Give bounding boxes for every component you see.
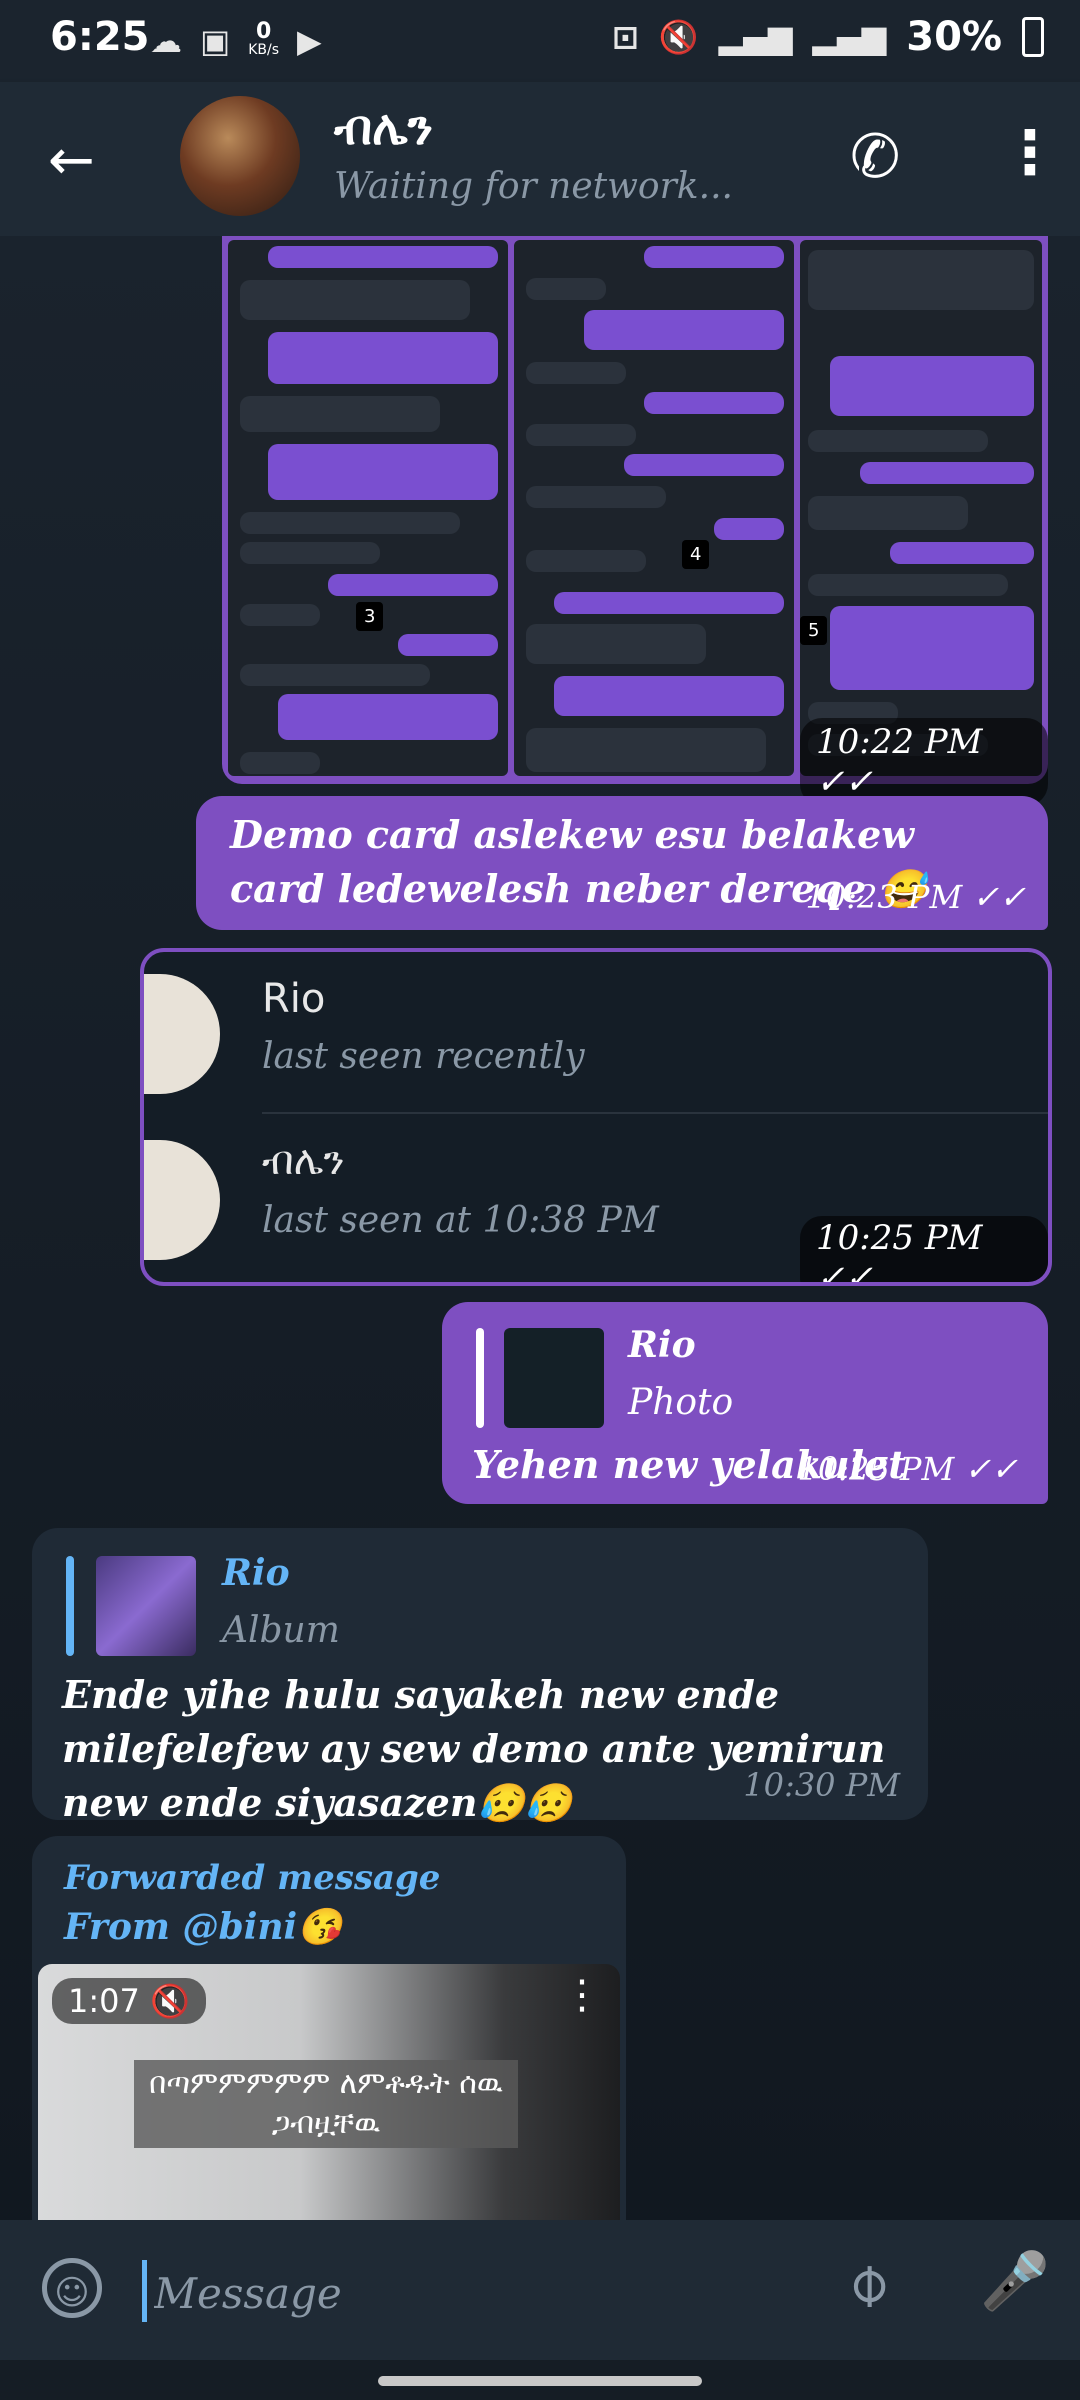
forwarded-label: Forwarded message	[64, 1858, 441, 1898]
reply-bar	[66, 1556, 74, 1656]
chat-title[interactable]: ብሌን	[334, 100, 433, 157]
avatar[interactable]	[180, 96, 300, 216]
outgoing-message[interactable]: Demo card aslekew esu belakew card ledew…	[196, 796, 1048, 930]
back-arrow-icon[interactable]: ←	[48, 128, 95, 193]
status-bar: 6:25 ☁ ▣ 0 KB/s ▶ ⊡ 🔇 ▂▄▆ ▂▄▆ 30%	[0, 0, 1080, 82]
mute-icon: 🔇	[658, 18, 699, 56]
cloud-icon: ☁	[150, 22, 182, 60]
reply-name[interactable]: Rio	[628, 1324, 696, 1366]
photo-album[interactable]: 3 4 5 10:22 PM ✓✓	[222, 236, 1048, 806]
message-time: 10:25 PM ✓✓	[800, 1216, 1048, 1286]
phone-icon[interactable]: ✆	[850, 122, 900, 192]
double-check-icon: ✓✓	[972, 878, 1026, 916]
double-check-icon: ✓✓	[964, 1450, 1018, 1488]
more-vertical-icon[interactable]: ⋮	[1000, 118, 1060, 188]
video-duration: 1:07 🔇	[52, 1978, 206, 2024]
signal-icon-2: ▂▄▆	[812, 18, 887, 56]
contact-name: Rio	[262, 976, 326, 1022]
forwarded-message[interactable]: Forwarded message From @bini😘 1:07 🔇 ⋮ በ…	[32, 1836, 626, 2220]
contact-name: ብሌን	[262, 1138, 345, 1184]
navigation-bar	[0, 2360, 1080, 2400]
reply-type: Photo	[628, 1382, 734, 1423]
reply-thumbnail	[96, 1556, 196, 1656]
message-list[interactable]: 3 4 5 10:22 PM ✓✓ Demo card aslekew esu …	[0, 236, 1080, 2220]
contact-avatar	[144, 974, 220, 1094]
incoming-message[interactable]: Rio Album Ende yihe hulu sayakeh new end…	[32, 1528, 928, 1825]
status-left-icons: ☁ ▣ 0 KB/s ▶	[150, 19, 322, 61]
battery-icon	[1022, 17, 1044, 57]
play-icon: ▶	[297, 22, 322, 60]
signal-icon: ▂▄▆	[718, 18, 793, 56]
chat-header: ← ብሌን Waiting for network... ✆ ⋮	[0, 82, 1080, 236]
home-indicator[interactable]	[378, 2376, 702, 2386]
video-player[interactable]: 1:07 🔇 ⋮ በጣምምምምም ለምቶዱት ሰዉ ጋብዟቸዉ	[38, 1964, 620, 2220]
paperclip-icon[interactable]: ⌀	[829, 2245, 904, 2320]
lock-icon: ⊡	[611, 18, 639, 56]
status-right: ⊡ 🔇 ▂▄▆ ▂▄▆ 30%	[612, 14, 1044, 60]
contact-status: last seen recently	[262, 1036, 585, 1077]
speed-unit: KB/s	[248, 42, 280, 58]
message-input[interactable]	[142, 2260, 816, 2326]
muted-speaker-icon[interactable]: 🔇	[150, 1982, 190, 2020]
reply-bar	[476, 1328, 484, 1428]
video-caption: በጣምምምምም ለምቶዱት ሰዉ ጋብዟቸዉ	[134, 2060, 518, 2148]
emoji-icon[interactable]: ☺	[42, 2258, 102, 2318]
message-time: 10:25 PM ✓✓	[797, 1450, 1018, 1488]
speed-value: 0	[255, 19, 272, 44]
reply-type: Album	[222, 1610, 340, 1651]
contact-status: last seen at 10:38 PM	[262, 1200, 659, 1241]
battery-text: 30%	[906, 14, 1002, 60]
gallery-icon: ▣	[200, 22, 231, 60]
reply-thumbnail	[504, 1328, 604, 1428]
network-speed: 0 KB/s	[248, 19, 280, 59]
album-photo-1[interactable]: 3	[228, 240, 508, 776]
album-photo-3[interactable]: 5	[800, 240, 1042, 776]
reply-name[interactable]: Rio	[222, 1552, 290, 1594]
message-time: 10:22 PM ✓✓	[800, 718, 1048, 806]
microphone-icon[interactable]: 🎤	[980, 2248, 1050, 2314]
album-photo-2[interactable]: 4	[514, 240, 794, 776]
message-composer: ☺ ⌀ 🎤	[0, 2220, 1080, 2360]
message-text: Ende yihe hulu sayakeh new ende milefele…	[62, 1672, 886, 1825]
double-check-icon: ✓✓	[816, 1258, 873, 1286]
forwarded-from[interactable]: From @bini😘	[64, 1906, 342, 1948]
message-time: 10:30 PM	[743, 1766, 900, 1804]
contact-avatar	[144, 1140, 220, 1260]
divider	[262, 1112, 1048, 1114]
message-time: 10:23 PM ✓✓	[805, 878, 1026, 916]
status-time: 6:25	[50, 14, 150, 60]
shared-contacts[interactable]: Rio last seen recently ብሌን last seen at …	[140, 948, 1052, 1286]
chat-status: Waiting for network...	[334, 166, 733, 207]
more-vertical-icon[interactable]: ⋮	[562, 1972, 602, 2018]
outgoing-message[interactable]: Rio Photo Yehen new yelakulet 10:25 PM ✓…	[442, 1302, 1048, 1504]
